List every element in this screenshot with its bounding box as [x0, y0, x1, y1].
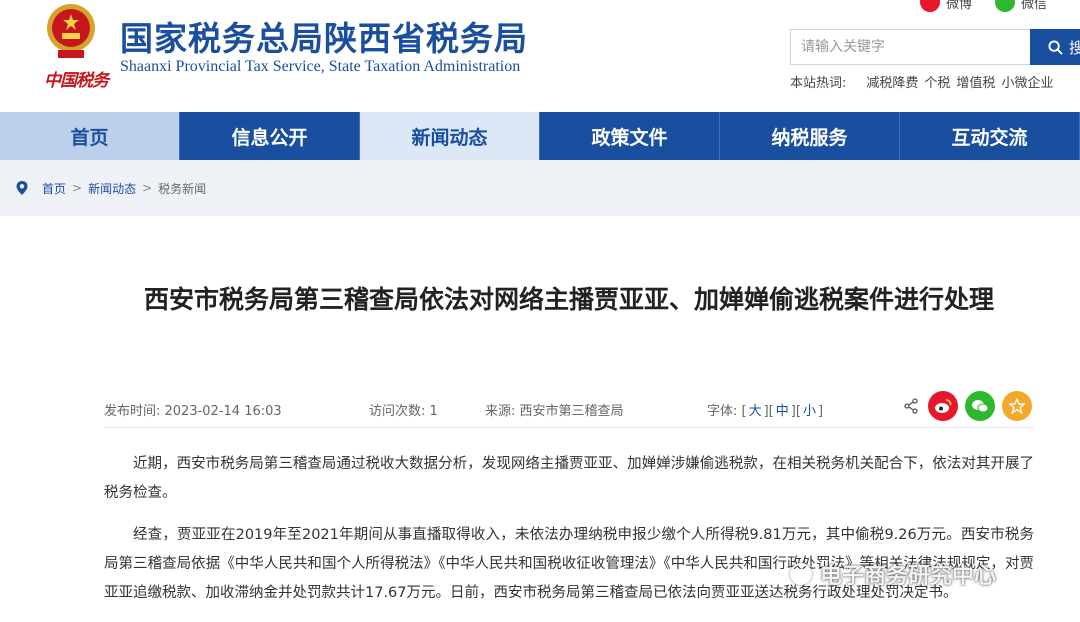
weibo-icon	[920, 0, 940, 12]
nav-item-home[interactable]: 首页	[0, 112, 180, 160]
wechat-label: 微信	[1021, 0, 1048, 12]
breadcrumb-home[interactable]: 首页	[42, 180, 66, 197]
china-tax-logo: 中国税务	[44, 71, 109, 91]
wechat-icon	[995, 0, 1015, 12]
national-emblem-icon	[47, 4, 95, 58]
article-paragraph: 近期，西安市税务局第三稽查局通过税收大数据分析，发现网络主播贾亚亚、加婵婵涉嫌偷…	[104, 456, 1034, 501]
article-source: 来源: 西安市第三稽查局	[485, 404, 624, 419]
breadcrumb-separator: >	[72, 181, 83, 195]
breadcrumb-section[interactable]: 新闻动态	[88, 180, 136, 197]
nav-item-info[interactable]: 信息公开	[180, 112, 360, 160]
site-title[interactable]: 国家税务总局陕西省税务局	[120, 12, 528, 60]
font-size-label: 字体: [	[707, 404, 747, 419]
search-button[interactable]: 搜	[1030, 29, 1080, 65]
main-nav: 首页 信息公开 新闻动态 政策文件 纳税服务 互动交流	[0, 112, 1080, 160]
site-header: 中国税务 国家税务总局陕西省税务局 Shaanxi Provincial Tax…	[0, 0, 1080, 112]
bracket-separator: ][	[790, 404, 801, 419]
share-group	[901, 391, 1032, 421]
breadcrumb-separator: >	[142, 181, 153, 195]
location-pin-icon	[16, 181, 28, 195]
breadcrumb: 首页 > 新闻动态 > 税务新闻	[0, 160, 1080, 216]
share-icon[interactable]	[901, 396, 921, 416]
nav-item-news[interactable]: 新闻动态	[360, 112, 540, 160]
watermark-icon	[790, 563, 812, 585]
share-wechat-icon[interactable]	[965, 391, 995, 421]
nav-item-interaction[interactable]: 互动交流	[900, 112, 1080, 160]
watermark-text: 电子商务研究中心	[820, 564, 997, 589]
visit-count: 访问次数: 1	[369, 404, 438, 419]
search-input[interactable]: 请输入关键字	[790, 29, 1031, 65]
watermark: 电子商务研究中心	[790, 558, 996, 590]
weibo-link[interactable]: 微博	[920, 0, 972, 12]
favorite-star-icon[interactable]	[1002, 391, 1032, 421]
article-body: 近期，西安市税务局第三稽查局通过税收大数据分析，发现网络主播贾亚亚、加婵婵涉嫌偷…	[104, 450, 1034, 621]
hot-word[interactable]: 减税降费	[866, 72, 918, 91]
star-glyph-icon	[1009, 398, 1025, 414]
hot-words: 本站热词: 减税降费 个税 增值税 小微企业	[790, 72, 1053, 91]
hot-words-label: 本站热词:	[790, 76, 847, 91]
article-meta: 发布时间: 2023-02-14 16:03 访问次数: 1 来源: 西安市第三…	[104, 390, 1034, 428]
hot-word[interactable]: 增值税	[956, 72, 995, 91]
hot-word[interactable]: 小微企业	[1001, 72, 1053, 91]
site-subtitle: Shaanxi Provincial Tax Service, State Ta…	[120, 58, 521, 75]
nav-item-service[interactable]: 纳税服务	[720, 112, 900, 160]
bracket-end: ]	[817, 404, 824, 419]
share-weibo-icon[interactable]	[928, 391, 958, 421]
weibo-label: 微博	[946, 0, 973, 12]
font-size-control: 字体: [大][中][小]	[707, 400, 823, 419]
search-button-label: 搜	[1069, 38, 1080, 57]
font-small-button[interactable]: 小	[803, 404, 816, 419]
font-medium-button[interactable]: 中	[776, 404, 789, 419]
search-icon	[1048, 39, 1063, 55]
nav-item-policy[interactable]: 政策文件	[540, 112, 720, 160]
breadcrumb-current: 税务新闻	[158, 181, 207, 196]
hot-word[interactable]: 个税	[924, 72, 950, 91]
wechat-glyph-icon	[972, 400, 989, 413]
weibo-glyph-icon	[935, 399, 952, 413]
wechat-link[interactable]: 微信	[995, 0, 1047, 12]
bracket-separator: ][	[763, 404, 774, 419]
article-title: 西安市税务局第三稽查局依法对网络主播贾亚亚、加婵婵偷逃税案件进行处理	[143, 285, 994, 314]
font-large-button[interactable]: 大	[749, 404, 762, 419]
publish-time: 发布时间: 2023-02-14 16:03	[104, 404, 282, 419]
share-glyph-icon	[904, 398, 918, 414]
